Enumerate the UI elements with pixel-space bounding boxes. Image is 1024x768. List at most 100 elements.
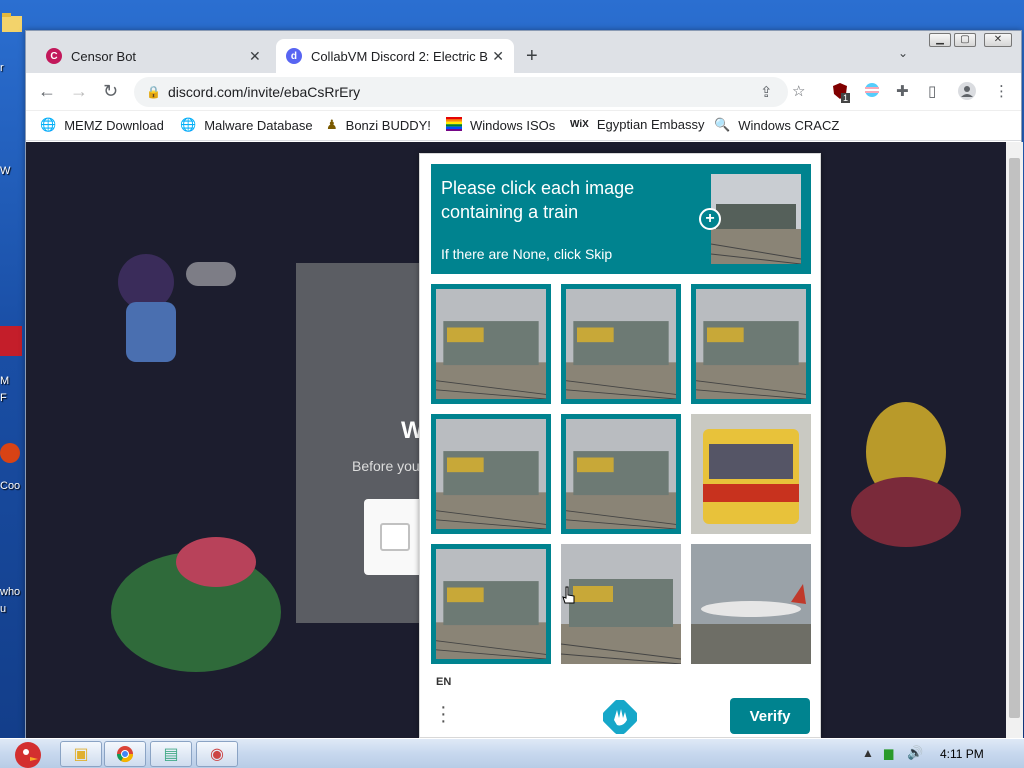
grid-image-train[interactable] — [561, 544, 681, 664]
page-scrollbar[interactable] — [1006, 142, 1023, 739]
taskbar: ▣ ▤ ◉ ▲ ▆ 🔊 4:11 PM — [0, 738, 1024, 768]
verify-button[interactable]: Verify — [730, 698, 810, 734]
extension-badge: 1 — [841, 93, 851, 103]
new-tab-plus-icon[interactable]: + — [526, 45, 538, 68]
bookmark-label: Windows CRACZ — [738, 117, 840, 133]
tray-expand-icon[interactable]: ▲ — [862, 746, 874, 760]
example-train-image — [711, 174, 801, 264]
tab-search-chevron-down-icon[interactable]: ⌄ — [898, 46, 908, 60]
desktop-folder-icon[interactable] — [0, 8, 24, 48]
desktop-app-icon[interactable] — [0, 435, 24, 475]
browser-toolbar: ← → ↻ 🔒 discord.com/invite/ebaCsRrEry ⇪ … — [26, 73, 1021, 111]
background-illustration-duck — [851, 402, 961, 547]
tab-censor-bot[interactable]: C Censor Bot ✕ — [36, 39, 286, 73]
challenge-question: Please click each image containing a tra… — [441, 178, 635, 222]
grid-image-train[interactable] — [431, 544, 551, 664]
more-menu-icon[interactable]: ⋮ — [994, 82, 1009, 100]
hcaptcha-challenge: Please click each image containing a tra… — [419, 153, 821, 738]
address-bar[interactable]: 🔒 discord.com/invite/ebaCsRrEry ⇪ — [134, 77, 788, 107]
desktop-icon-label: who — [0, 586, 21, 598]
train-image — [695, 289, 807, 400]
hcaptcha-checkbox[interactable] — [380, 523, 410, 551]
bookmark-label: Malware Database — [204, 117, 313, 133]
desktop-icon-label: F — [0, 392, 7, 404]
tab-strip: C Censor Bot ✕ d CollabVM Discord 2: Ele… — [26, 31, 1021, 73]
address-url[interactable]: discord.com/invite/ebaCsRrEry — [168, 84, 360, 100]
close-tab-icon[interactable]: ✕ — [492, 48, 504, 65]
train-image — [435, 419, 547, 530]
globe-icon: 🌐 — [180, 117, 197, 132]
taskbar-chrome-button[interactable] — [104, 741, 146, 767]
bookmark-egyptian-embassy[interactable]: WiX Egyptian Embassy — [570, 117, 704, 132]
desktop-icon-label: u — [0, 603, 7, 615]
desktop-icon-label: Coo — [0, 480, 21, 492]
bus-image — [691, 414, 811, 534]
start-button-angry-bird-icon[interactable] — [4, 739, 48, 768]
train-image — [565, 289, 677, 400]
network-icon[interactable]: ▆ — [884, 746, 893, 760]
airplane-image — [691, 544, 811, 664]
side-panel-icon[interactable]: ▯ — [928, 82, 936, 100]
bookmark-label: Bonzi BUDDY! — [345, 117, 431, 133]
taskbar-app-button-2[interactable]: ◉ — [196, 741, 238, 767]
bookmark-windows-isos[interactable]: Windows ISOs — [446, 117, 555, 134]
background-illustration-character — [118, 254, 236, 362]
share-icon[interactable]: ⇪ — [760, 83, 773, 101]
bonzi-icon: ♟ — [326, 117, 338, 132]
hcaptcha-logo-icon[interactable] — [602, 699, 638, 735]
bookmark-bonzi-buddy[interactable]: ♟ Bonzi BUDDY! — [326, 117, 431, 133]
tab-collabvm-discord[interactable]: d CollabVM Discord 2: Electric B ✕ — [276, 39, 514, 73]
bookmark-windows-cracz[interactable]: 🔍 Windows CRACZ — [714, 117, 839, 133]
grid-image-train[interactable] — [431, 284, 551, 404]
grid-image-train[interactable] — [561, 414, 681, 534]
options-menu-icon[interactable]: · · · — [440, 697, 452, 731]
trans-flag-extension-icon[interactable] — [864, 82, 880, 102]
grid-image-train[interactable] — [561, 284, 681, 404]
bookmark-malware-database[interactable]: 🌐 Malware Database — [180, 117, 313, 133]
profile-avatar-icon[interactable] — [958, 82, 976, 104]
extensions-puzzle-icon[interactable]: ✚ — [896, 82, 909, 100]
train-image — [435, 289, 547, 400]
bookmark-star-icon[interactable]: ☆ — [792, 82, 805, 100]
forward-arrow-icon[interactable]: → — [70, 81, 88, 102]
bookmark-memz-download[interactable]: 🌐 MEMZ Download — [40, 117, 164, 133]
wix-icon: WiX — [570, 119, 589, 130]
back-arrow-icon[interactable]: ← — [38, 81, 56, 102]
bookmark-label: Egyptian Embassy — [596, 117, 705, 132]
close-window-icon[interactable]: ✕ — [984, 33, 1012, 47]
folder-icon: ▣ — [73, 746, 89, 763]
desktop-app-icon[interactable] — [0, 320, 24, 360]
lock-icon: 🔒 — [146, 85, 161, 99]
taskbar-explorer-button[interactable]: ▣ — [60, 741, 102, 767]
background-illustration-monster — [111, 537, 281, 672]
clock[interactable]: 4:11 PM — [940, 747, 984, 761]
train-image — [435, 549, 547, 660]
expand-example-plus-icon[interactable]: + — [699, 208, 721, 230]
chrome-icon — [116, 746, 134, 763]
hand-cursor-icon — [562, 586, 575, 604]
discord-favicon-icon: d — [286, 48, 302, 64]
reload-icon[interactable]: ↻ — [103, 81, 118, 102]
language-selector[interactable]: EN — [436, 676, 451, 688]
app-icon: ▤ — [163, 746, 179, 763]
bookmarks-bar: 🌐 MEMZ Download 🌐 Malware Database ♟ Bonzi … — [26, 111, 1021, 141]
tab-title: CollabVM Discord 2: Electric B — [310, 48, 488, 64]
rainbow-flag-icon — [446, 117, 462, 134]
volume-icon[interactable]: 🔊 — [907, 745, 923, 761]
desktop-icon-label: W — [0, 165, 11, 177]
challenge-prompt: Please click each image containing a tra… — [431, 164, 811, 274]
grid-image-train[interactable] — [691, 284, 811, 404]
train-image — [565, 419, 677, 530]
scrollbar-thumb[interactable] — [1009, 158, 1020, 718]
globe-icon: 🌐 — [40, 117, 57, 132]
taskbar-app-button[interactable]: ▤ — [150, 741, 192, 767]
grid-image-airplane[interactable] — [691, 544, 811, 664]
maximize-icon[interactable]: ▢ — [954, 33, 976, 47]
minimize-icon[interactable]: ▁ — [929, 33, 951, 47]
tab-title: Censor Bot — [71, 48, 137, 64]
close-tab-icon[interactable]: ✕ — [249, 48, 261, 65]
train-image — [561, 544, 681, 664]
grid-image-train[interactable] — [431, 414, 551, 534]
grid-image-bus[interactable] — [691, 414, 811, 534]
bookmark-label: Windows ISOs — [470, 118, 556, 133]
